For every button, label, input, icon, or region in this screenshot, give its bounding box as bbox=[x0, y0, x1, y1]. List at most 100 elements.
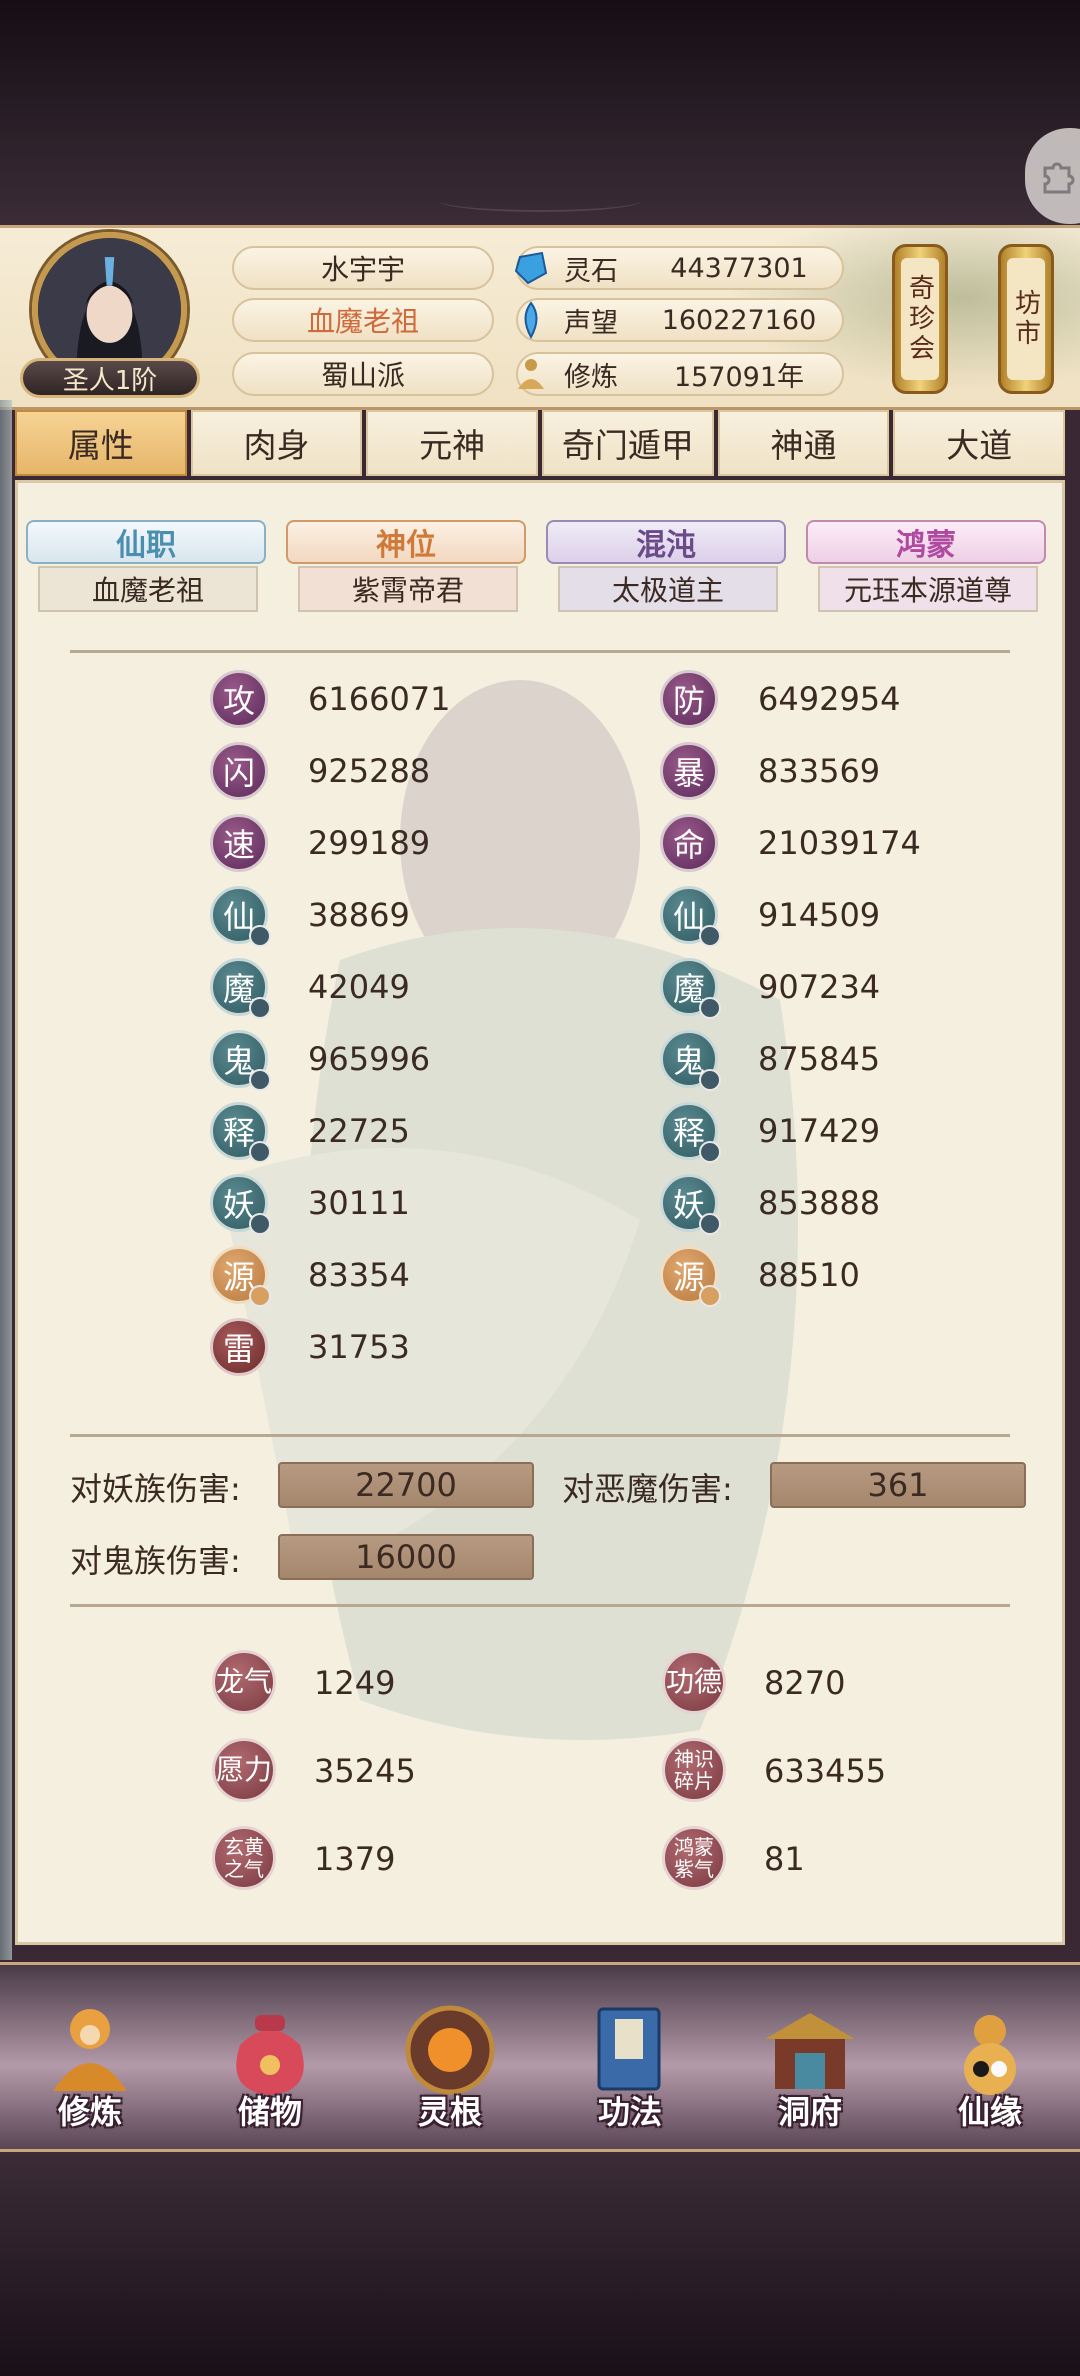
tab-attributes[interactable]: 属性 bbox=[15, 410, 187, 476]
stat-left-icon: 仙 bbox=[210, 886, 271, 947]
nav-label: 仙缘 bbox=[957, 2093, 1022, 2131]
stat-left-value: 83354 bbox=[308, 1256, 410, 1294]
attack-marker-icon bbox=[249, 1141, 271, 1163]
stat-glyph: 防 bbox=[672, 682, 705, 720]
resource-prestige: 声望 160227160 bbox=[516, 298, 844, 342]
stat-right-icon: 妖 bbox=[660, 1174, 721, 1235]
stat-left-value: 31753 bbox=[308, 1328, 410, 1366]
stat-left-icon: 释 bbox=[210, 1102, 271, 1163]
stat-right-value: 6492954 bbox=[758, 680, 901, 718]
stat-right-icon: 释 bbox=[660, 1102, 721, 1163]
defense-marker-icon bbox=[699, 1213, 721, 1235]
treasure-fair-button[interactable]: 奇珍会 bbox=[892, 244, 948, 394]
resource-spirit-stone: 灵石 44377301 bbox=[514, 246, 844, 290]
attack-marker-icon bbox=[249, 997, 271, 1019]
spirit-stone-icon bbox=[514, 251, 548, 285]
damage-label-yao: 对妖族伤害: bbox=[70, 1470, 241, 1508]
panel-edge bbox=[0, 400, 12, 1960]
stat-glyph: 暴 bbox=[672, 754, 705, 792]
defense-marker-icon bbox=[699, 925, 721, 947]
title-tag-label: 鸿蒙 bbox=[896, 528, 956, 563]
nav-cave[interactable]: 洞府 bbox=[725, 1967, 895, 2147]
tab-body[interactable]: 肉身 bbox=[190, 410, 363, 476]
nav-fortune[interactable]: 仙缘 bbox=[905, 1967, 1075, 2147]
stat-left-value: 42049 bbox=[308, 968, 410, 1006]
xuanhuang-qi-icon: 玄黄 之气 bbox=[212, 1826, 276, 1890]
tab-qimen[interactable]: 奇门遁甲 bbox=[542, 410, 714, 476]
player-title: 血魔老祖 bbox=[232, 298, 494, 342]
stat-left-icon: 魔 bbox=[210, 958, 271, 1019]
stat-left-value: 38869 bbox=[308, 896, 410, 934]
nav-cultivate[interactable]: 修炼 bbox=[5, 1967, 175, 2147]
hongmeng-purple-qi-value: 81 bbox=[764, 1840, 805, 1878]
stat-right-icon: 仙 bbox=[660, 886, 721, 947]
wish-power-icon: 愿力 bbox=[212, 1738, 276, 1802]
soul-fragment-value: 633455 bbox=[764, 1752, 887, 1790]
resource-value: 160227160 bbox=[661, 304, 817, 336]
title-tag-hongmeng[interactable]: 鸿蒙 bbox=[806, 520, 1046, 564]
damage-label-demon: 对恶魔伤害: bbox=[562, 1470, 733, 1508]
stat-left-icon: 速 bbox=[210, 814, 268, 872]
defense-marker-icon bbox=[699, 1069, 721, 1091]
stat-left-value: 925288 bbox=[308, 752, 431, 790]
market-button[interactable]: 坊市 bbox=[998, 244, 1054, 394]
resource-label: 声望 bbox=[564, 307, 618, 339]
defense-marker-icon bbox=[699, 1141, 721, 1163]
bottom-background bbox=[0, 2152, 1080, 2376]
merit-icon: 功德 bbox=[662, 1650, 726, 1714]
tab-dao[interactable]: 大道 bbox=[893, 410, 1066, 476]
dragon-qi-icon: 龙气 bbox=[212, 1650, 276, 1714]
stat-glyph: 攻 bbox=[222, 682, 255, 720]
hongmeng-purple-qi-icon: 鸿蒙 紫气 bbox=[662, 1826, 726, 1890]
dragon-qi-value: 1249 bbox=[314, 1664, 396, 1702]
stat-right-icon: 源 bbox=[660, 1246, 721, 1307]
soul-fragment-icon: 神识 碎片 bbox=[662, 1738, 726, 1802]
nav-spirit-root[interactable]: 灵根 bbox=[365, 1967, 535, 2147]
nav-label: 灵根 bbox=[417, 2093, 482, 2131]
stat-left-value: 965996 bbox=[308, 1040, 431, 1078]
stat-left-icon: 攻 bbox=[210, 670, 268, 728]
resource-label: 修炼 bbox=[564, 361, 618, 393]
title-tag-hundun[interactable]: 混沌 bbox=[546, 520, 786, 564]
stat-right-value: 875845 bbox=[758, 1040, 881, 1078]
title-tag-xianzhi[interactable]: 仙职 bbox=[26, 520, 266, 564]
stat-right-icon: 鬼 bbox=[660, 1030, 721, 1091]
tab-bar: 属性 肉身 元神 奇门遁甲 神通 大道 bbox=[15, 410, 1066, 476]
nav-label: 洞府 bbox=[777, 2093, 842, 2131]
stat-left-icon: 妖 bbox=[210, 1174, 271, 1235]
resource-value: 44377301 bbox=[670, 252, 808, 284]
stat-glyph: 速 bbox=[222, 826, 255, 864]
damage-value-yao: 22700 bbox=[278, 1462, 534, 1508]
stat-right-icon: 防 bbox=[660, 670, 718, 728]
nav-techniques[interactable]: 功法 bbox=[545, 1967, 715, 2147]
title-tag-label: 仙职 bbox=[116, 528, 176, 563]
title-tag-label: 混沌 bbox=[636, 528, 696, 563]
damage-value-demon: 361 bbox=[770, 1462, 1026, 1508]
divider bbox=[70, 650, 1010, 653]
tab-spirit[interactable]: 元神 bbox=[366, 410, 539, 476]
title-value-hundun: 太极道主 bbox=[558, 566, 778, 612]
player-name: 水宇宇 bbox=[232, 246, 494, 290]
stat-right-value: 917429 bbox=[758, 1112, 881, 1150]
xuanhuang-qi-value: 1379 bbox=[314, 1840, 396, 1878]
stat-glyph: 闪 bbox=[222, 754, 255, 792]
stat-right-value: 21039174 bbox=[758, 824, 921, 862]
bottom-nav: 修炼 储物 灵根 功法 洞府 仙缘 bbox=[0, 1962, 1080, 2152]
stat-left-value: 6166071 bbox=[308, 680, 451, 718]
stat-right-icon: 命 bbox=[660, 814, 718, 872]
stat-left-value: 22725 bbox=[308, 1112, 410, 1150]
stat-glyph: 命 bbox=[672, 826, 705, 864]
nav-storage[interactable]: 储物 bbox=[185, 1967, 355, 2147]
stat-left-value: 30111 bbox=[308, 1184, 410, 1222]
title-tag-shenwei[interactable]: 神位 bbox=[286, 520, 526, 564]
damage-value-ghost: 16000 bbox=[278, 1534, 534, 1580]
market-label: 坊市 bbox=[1007, 258, 1045, 380]
attack-marker-icon bbox=[249, 1213, 271, 1235]
tab-divine-powers[interactable]: 神通 bbox=[717, 410, 890, 476]
stat-right-value: 88510 bbox=[758, 1256, 860, 1294]
stat-left-value: 299189 bbox=[308, 824, 431, 862]
divider bbox=[70, 1434, 1010, 1437]
stat-left-icon: 鬼 bbox=[210, 1030, 271, 1091]
stat-left-icon: 雷 bbox=[210, 1318, 268, 1376]
attack-marker-icon bbox=[249, 1069, 271, 1091]
